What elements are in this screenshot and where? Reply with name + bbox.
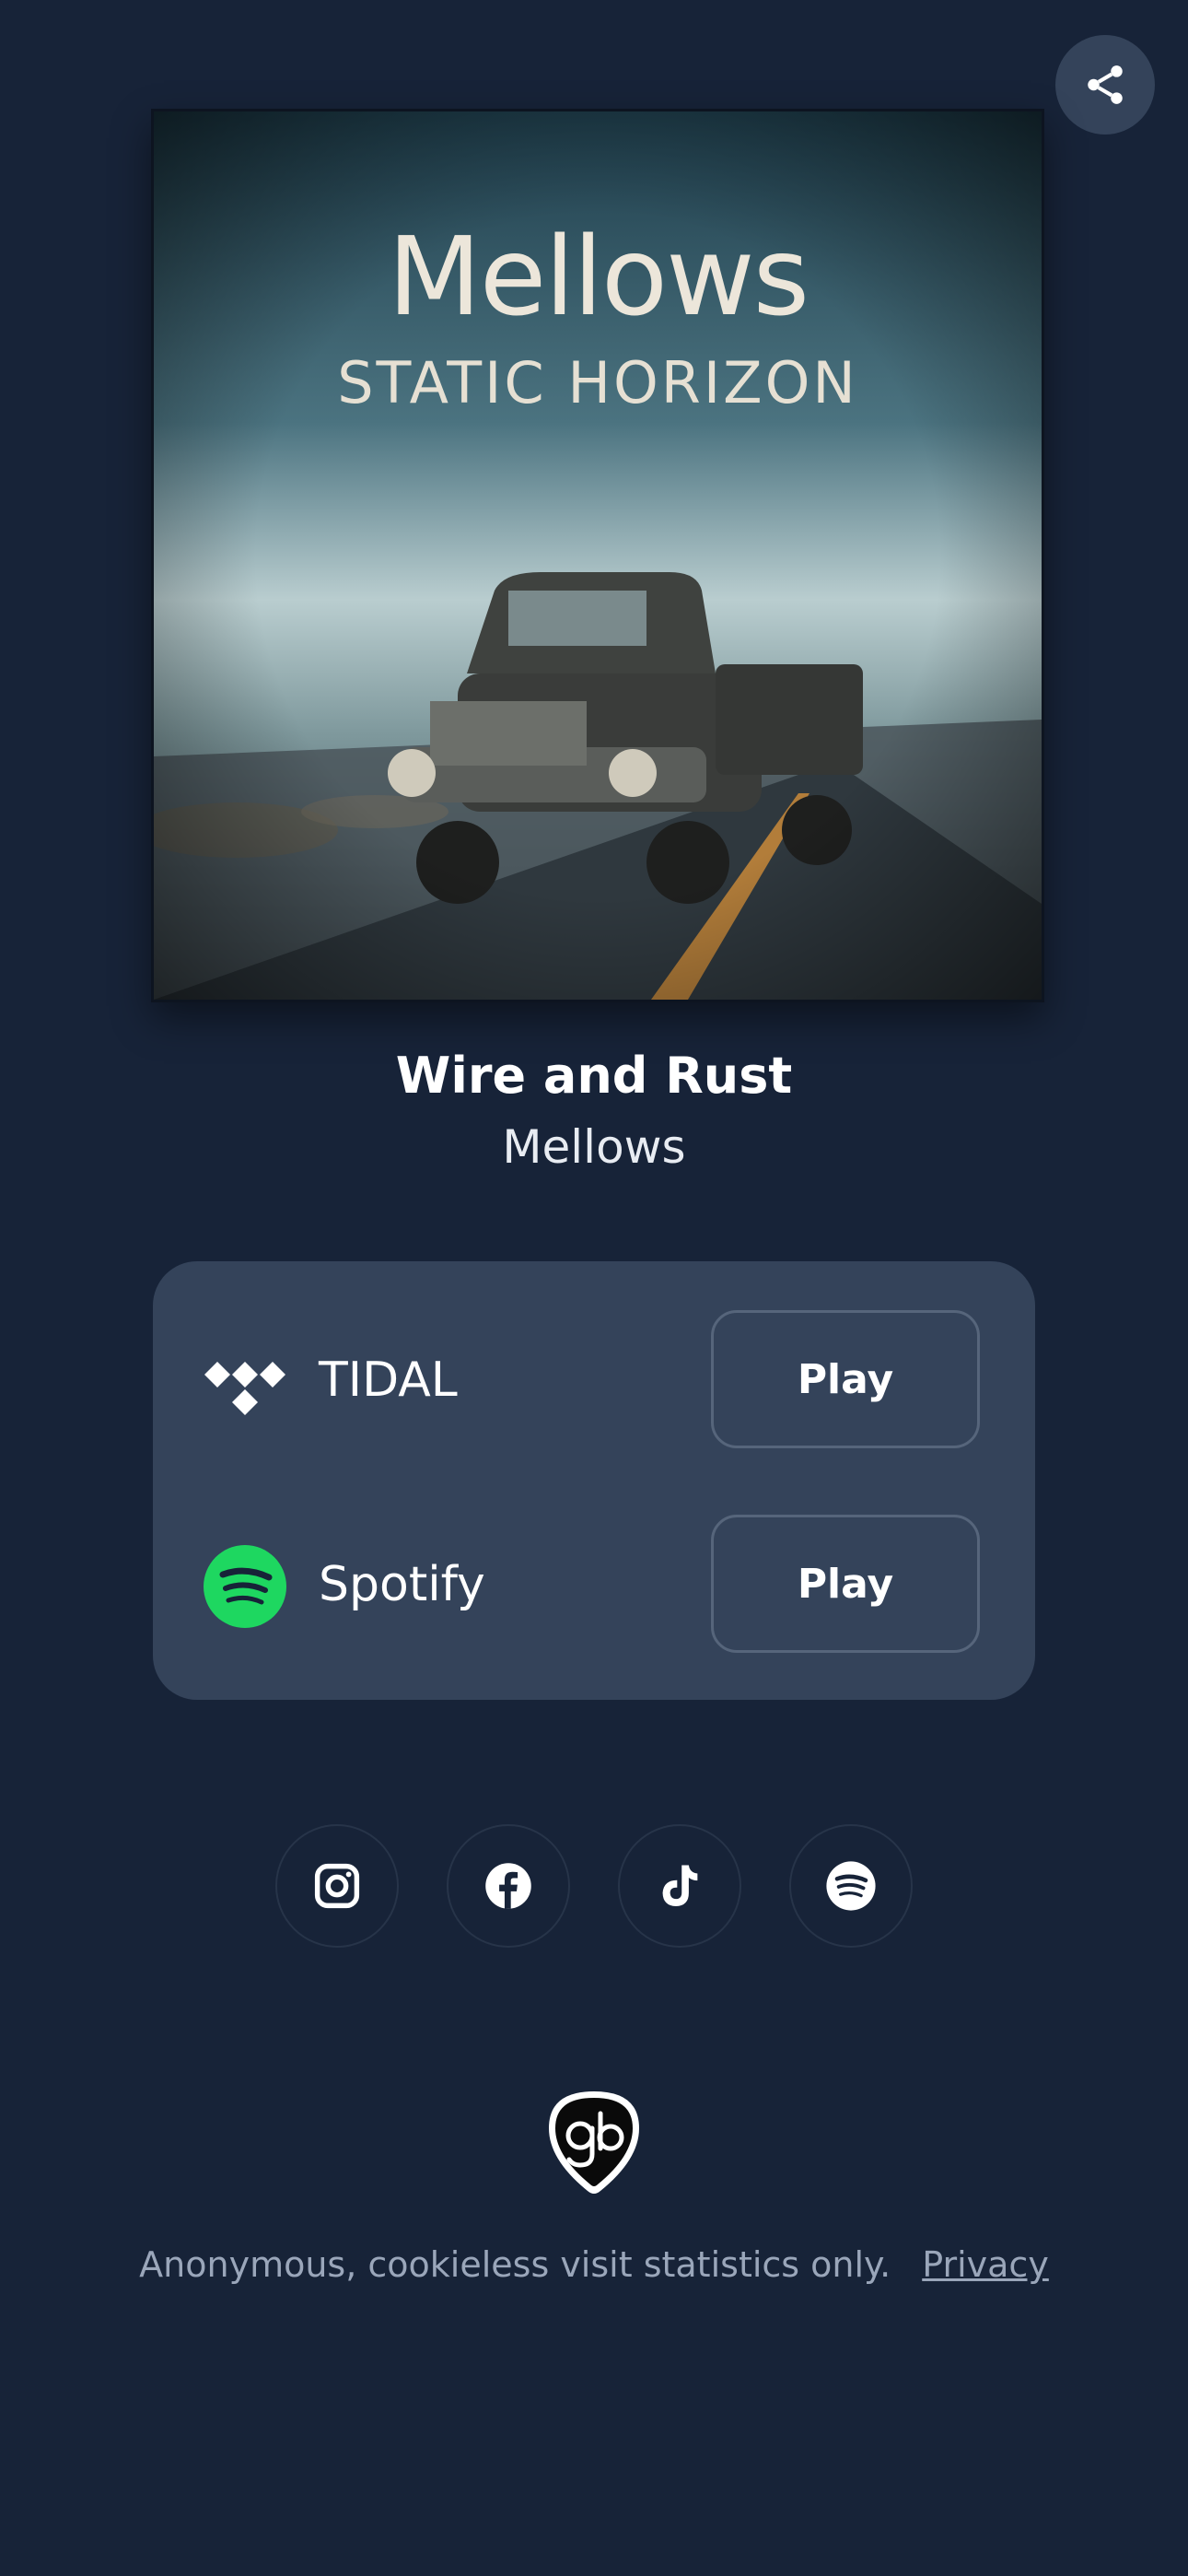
service-name-tidal: TIDAL (319, 1352, 458, 1408)
privacy-link[interactable]: Privacy (922, 2244, 1049, 2285)
track-artist: Mellows (502, 1120, 686, 1174)
service-name-spotify: Spotify (319, 1557, 485, 1612)
service-row-spotify: Spotify Play (153, 1513, 1035, 1660)
facebook-link[interactable] (447, 1824, 570, 1948)
album-cover: Mellows STATIC HORIZON (151, 109, 1044, 1002)
cover-band-name: Mellows (387, 213, 809, 340)
gb-logo[interactable] (543, 2088, 645, 2198)
facebook-icon (485, 1863, 531, 1909)
tiktok-icon (662, 1865, 698, 1907)
instagram-icon (314, 1863, 360, 1909)
spotify-icon (826, 1861, 876, 1911)
service-row-tidal: TIDAL Play (153, 1308, 1035, 1456)
tidal-icon (204, 1362, 285, 1415)
tiktok-link[interactable] (618, 1824, 741, 1948)
track-title: Wire and Rust (395, 1047, 793, 1105)
spotify-link[interactable] (789, 1824, 913, 1948)
page: Mellows STATIC HORIZON Wire and Rust Mel… (0, 0, 1188, 2576)
footer: Anonymous, cookieless visit statistics o… (0, 2244, 1188, 2285)
share-button[interactable] (1055, 35, 1155, 135)
share-icon (1088, 65, 1123, 104)
spotify-play-button[interactable]: Play (711, 1515, 980, 1653)
cover-album-title: STATIC HORIZON (337, 349, 858, 416)
instagram-link[interactable] (275, 1824, 399, 1948)
tidal-play-button[interactable]: Play (711, 1310, 980, 1448)
spotify-icon (204, 1545, 286, 1628)
analytics-notice: Anonymous, cookieless visit statistics o… (139, 2244, 891, 2285)
streaming-services-card: TIDAL Play Spotify Play (153, 1261, 1035, 1700)
